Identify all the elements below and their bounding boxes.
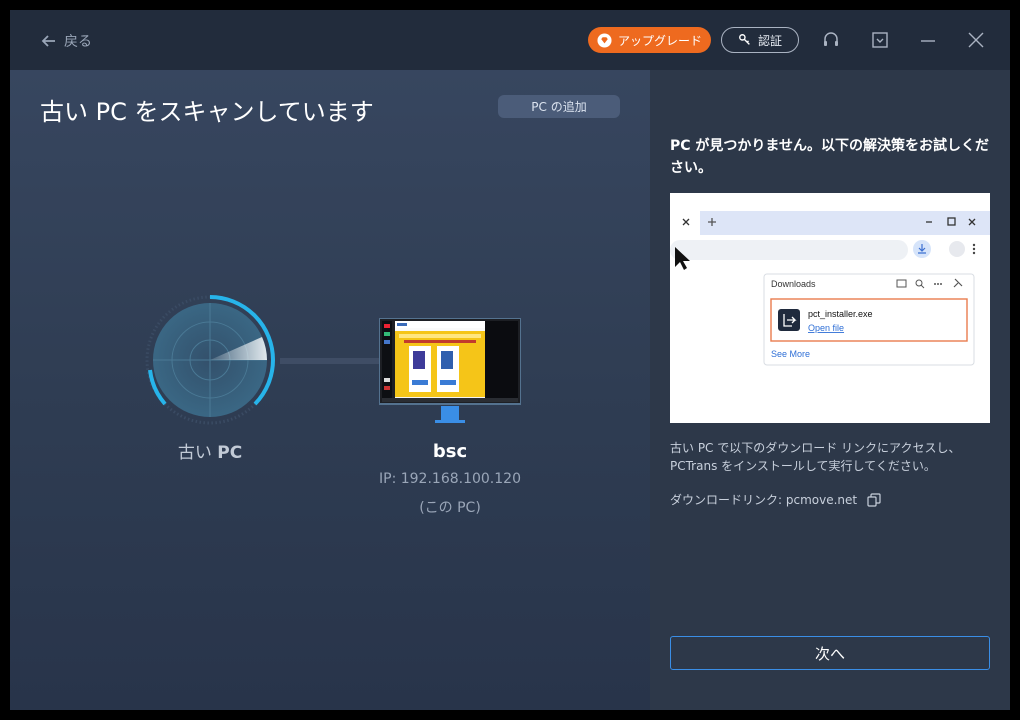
pc-ip-address: IP: 192.168.100.120 [379,471,521,487]
tray-icon [872,32,888,48]
install-instructions: 古い PC で以下のダウンロード リンクにアクセスし、PCTrans をインスト… [670,441,961,473]
download-link-row: ダウンロードリンク: pcmove.net [670,491,881,508]
see-more-link: See More [771,349,810,359]
key-icon [739,34,750,45]
copy-icon[interactable] [867,492,881,507]
headset-icon [824,32,838,46]
connection-line [280,358,384,364]
close-button[interactable] [966,30,986,50]
pc-not-found-text: が見つかりません。以下の解決策をお試しください。 [670,138,989,176]
upgrade-label: アップグレード [617,33,702,48]
title-bar: 戻る アップグレード 認証 [10,10,1010,70]
close-icon [968,32,984,48]
help-panel: PC が見つかりません。以下の解決策をお試しください。 Downloads pc… [650,70,1010,710]
scan-panel: 古い PC をスキャンしています PC の追加 古い PC bsc IP: 19… [10,70,650,710]
minimize-to-tray-button[interactable] [870,30,890,50]
download-link-label: ダウンロードリンク: pcmove.net [670,493,858,507]
minimize-button[interactable] [918,30,938,50]
monitor-icon[interactable] [379,318,521,426]
page-title: 古い PC をスキャンしています [40,98,374,126]
diamond-icon [597,32,612,48]
auth-label: 認証 [757,33,782,48]
browser-illustration: Downloads pct_installer.exe Open file Se… [670,193,990,423]
arrow-left-icon [41,35,55,47]
back-button[interactable]: 戻る [40,30,92,52]
open-file-link: Open file [808,323,844,333]
pc-not-found-bold: PC [670,138,691,154]
support-headset-button[interactable] [821,30,841,50]
pc-name: bsc [432,441,468,462]
old-pc-label-bold: PC [217,443,243,463]
download-illustration: Downloads pct_installer.exe Open file Se… [670,193,990,423]
this-pc-label: (この PC) [419,500,481,516]
add-pc-button[interactable]: PC の追加 [498,95,620,118]
old-pc-label: 古い PC [150,438,270,463]
upgrade-button[interactable]: アップグレード [588,27,711,53]
app-window: 戻る アップグレード 認証 古い PC をスキャンしています PC の追加 古い… [10,10,1010,710]
minimize-icon [921,40,935,42]
old-pc-label-prefix: 古い [177,443,218,463]
back-label: 戻る [64,34,92,50]
pc-not-found-message: PC が見つかりません。以下の解決策をお試しください。 [670,135,1000,179]
next-button[interactable]: 次へ [670,636,990,670]
radar-scan-icon [145,295,275,425]
file-name: pct_installer.exe [808,309,873,319]
auth-button[interactable]: 認証 [721,27,799,53]
downloads-title: Downloads [771,279,816,289]
